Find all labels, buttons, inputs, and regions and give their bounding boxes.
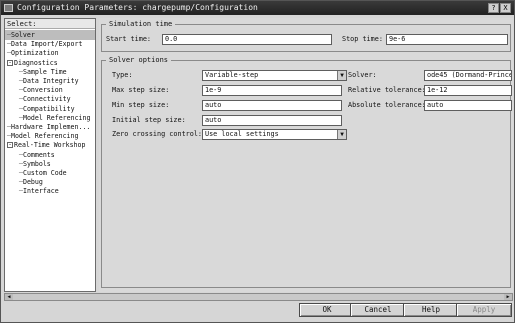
zero-crossing-dropdown[interactable]: Use local settings ▼ [202, 129, 347, 140]
tree-header: Select: [5, 19, 95, 29]
absolute-tolerance-label: Absolute tolerance: [348, 101, 426, 109]
tree-item-label: Solver [10, 31, 35, 39]
help-button[interactable]: Help [403, 303, 459, 317]
initial-step-label: Initial step size: [112, 116, 186, 124]
tree-item-label: Compatibility [22, 104, 75, 113]
window-title: Configuration Parameters: chargepump/Con… [17, 3, 258, 12]
tree-item-label: Diagnostics [14, 58, 58, 67]
stop-time-label: Stop time: [342, 35, 383, 43]
tree-collapse-icon[interactable]: - [7, 142, 13, 149]
min-step-field[interactable]: auto [202, 100, 342, 111]
configuration-dialog: Configuration Parameters: chargepump/Con… [0, 0, 515, 323]
zero-crossing-label: Zero crossing control: [112, 130, 203, 138]
solver-dropdown[interactable]: ode45 (Dormand-Prince) [424, 70, 512, 81]
relative-tolerance-field[interactable]: 1e-12 [424, 85, 512, 96]
start-time-field[interactable]: 0.0 [162, 34, 332, 45]
max-step-label: Max step size: [112, 86, 170, 94]
chevron-down-icon: ▼ [337, 71, 346, 80]
close-title-button[interactable]: X [500, 3, 511, 13]
tree-item-label: Symbols [22, 159, 51, 168]
help-title-button[interactable]: ? [488, 3, 499, 13]
simulation-time-title: Simulation time [106, 19, 176, 29]
start-time-label: Start time: [106, 35, 152, 43]
stop-time-field[interactable]: 9e-6 [386, 34, 508, 45]
max-step-field[interactable]: 1e-9 [202, 85, 342, 96]
solver-label: Solver: [348, 71, 377, 79]
absolute-tolerance-field[interactable]: auto [424, 100, 512, 111]
zero-crossing-value: Use local settings [205, 130, 279, 138]
type-label: Type: [112, 71, 133, 79]
scroll-right-icon[interactable]: ▶ [504, 294, 512, 300]
tree-item-label: Conversion [22, 86, 63, 95]
initial-step-field[interactable]: auto [202, 115, 342, 126]
ok-button[interactable]: OK [299, 303, 355, 317]
tree-item-label: Hardware Implemen... [10, 123, 91, 131]
simulation-time-group: Simulation time Start time: 0.0 Stop tim… [101, 19, 511, 52]
tree-item-label: Data Integrity [22, 77, 79, 85]
select-tree: Select: ─Solver ─Data Import/Export ─Optim… [4, 18, 96, 292]
horizontal-scrollbar[interactable]: ◀ ▶ [4, 293, 513, 301]
apply-button[interactable]: Apply [456, 303, 512, 317]
tree-item-label: Debug [22, 178, 43, 187]
tree-item-label: Optimization [10, 49, 59, 58]
tree-item-label: Data Import/Export [10, 40, 83, 49]
chevron-down-icon: ▼ [337, 130, 346, 139]
relative-tolerance-label: Relative tolerance: [348, 86, 426, 94]
scroll-left-icon[interactable]: ◀ [5, 294, 13, 300]
type-value: Variable-step [205, 71, 259, 79]
title-bar: Configuration Parameters: chargepump/Con… [1, 1, 514, 15]
type-dropdown[interactable]: Variable-step ▼ [202, 70, 347, 81]
solver-pane: Simulation time Start time: 0.0 Stop tim… [99, 18, 513, 292]
min-step-label: Min step size: [112, 101, 170, 109]
tree-item-label: Sample Time [22, 67, 67, 76]
tree-item[interactable]: ─Interface [5, 186, 95, 196]
tree-item-label: Model Referencing [22, 113, 91, 122]
tree-item-label: Interface [22, 187, 59, 196]
tree-item-label: Model Referencing [10, 132, 79, 141]
solver-options-group: Solver options Type: Variable-step ▼ Sol… [101, 55, 512, 288]
tree-item-label: Comments [22, 150, 55, 159]
cancel-button[interactable]: Cancel [350, 303, 406, 317]
tree-item-label: Custom Code [22, 169, 67, 177]
tree-item-label: Connectivity [22, 95, 71, 104]
solver-options-title: Solver options [106, 55, 172, 65]
tree-collapse-icon[interactable]: - [7, 59, 13, 66]
window-icon [4, 4, 13, 12]
tree-item-label: Real-Time Workshop [14, 141, 86, 150]
